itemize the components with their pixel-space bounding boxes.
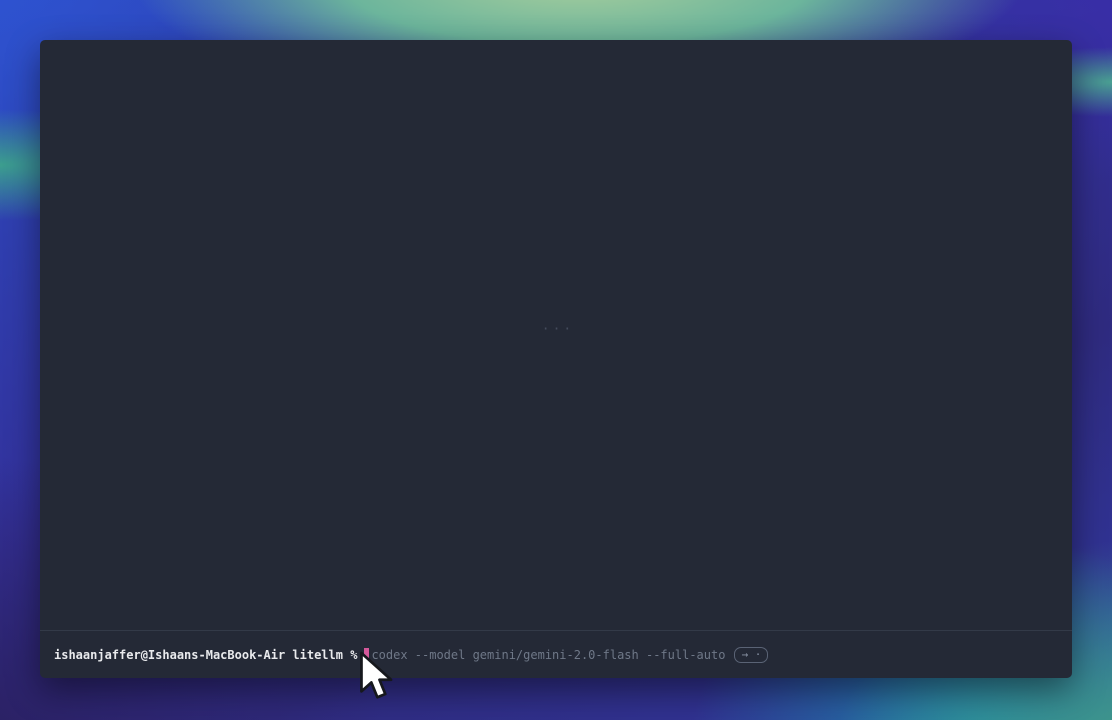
tab-hint-key: → · — [734, 647, 768, 663]
shell-prompt: ishaanjaffer@Ishaans-MacBook-Air litellm… — [54, 648, 357, 663]
terminal-window[interactable]: ··· ishaanjaffer@Ishaans-MacBook-Air lit… — [40, 40, 1072, 678]
terminal-separator — [40, 630, 1072, 631]
loading-ellipsis: ··· — [538, 322, 578, 337]
autosuggestion-text: codex --model gemini/gemini-2.0-flash --… — [371, 648, 725, 663]
desktop-wallpaper: ··· ishaanjaffer@Ishaans-MacBook-Air lit… — [0, 0, 1112, 720]
terminal-input-row[interactable]: ishaanjaffer@Ishaans-MacBook-Air litellm… — [54, 647, 1058, 663]
text-cursor — [364, 648, 369, 662]
terminal-output-area: ··· — [40, 40, 1072, 630]
